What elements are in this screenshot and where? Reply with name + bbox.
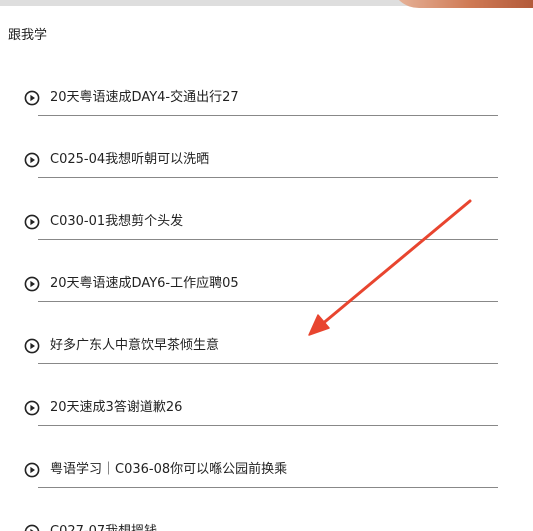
divider (38, 425, 498, 426)
play-circle-icon[interactable] (24, 214, 40, 230)
play-circle-icon[interactable] (24, 524, 40, 531)
play-circle-icon[interactable] (24, 90, 40, 106)
list-item-label: 好多广东人中意饮早茶倾生意 (50, 338, 220, 353)
divider (38, 239, 498, 240)
list-item-label: 20天粤语速成DAY4-交通出行27 (50, 90, 239, 105)
list-item[interactable]: C030-01我想剪个头发 (0, 191, 533, 253)
list-item-label: 20天速成3答谢道歉26 (50, 400, 183, 415)
list-item-label: C025-04我想听朝可以洗晒 (50, 152, 210, 167)
list-item-label: C030-01我想剪个头发 (50, 214, 184, 229)
play-circle-icon[interactable] (24, 338, 40, 354)
list-item-label: 粤语学习｜C036-08你可以喺公园前换乘 (50, 462, 288, 477)
list-item[interactable]: 粤语学习｜C036-08你可以喺公园前换乘 (0, 439, 533, 501)
list-item[interactable]: 好多广东人中意饮早茶倾生意 (0, 315, 533, 377)
list-item[interactable]: 20天粤语速成DAY6-工作应聘05 (0, 253, 533, 315)
divider (38, 301, 498, 302)
play-circle-icon[interactable] (24, 152, 40, 168)
lesson-list: 20天粤语速成DAY4-交通出行27 C025-04我想听朝可以洗晒 C030-… (0, 0, 533, 531)
divider (38, 177, 498, 178)
list-item-label: C027-07我想搵钱 (50, 523, 157, 531)
play-circle-icon[interactable] (24, 462, 40, 478)
list-item-label: 20天粤语速成DAY6-工作应聘05 (50, 276, 239, 291)
play-circle-icon[interactable] (24, 276, 40, 292)
divider (38, 363, 498, 364)
divider (38, 115, 498, 116)
divider (38, 487, 498, 488)
play-circle-icon[interactable] (24, 400, 40, 416)
list-item[interactable]: C027-07我想搵钱 (0, 501, 533, 531)
list-item[interactable]: 20天粤语速成DAY4-交通出行27 (0, 67, 533, 129)
list-item[interactable]: 20天速成3答谢道歉26 (0, 377, 533, 439)
list-item[interactable]: C025-04我想听朝可以洗晒 (0, 129, 533, 191)
